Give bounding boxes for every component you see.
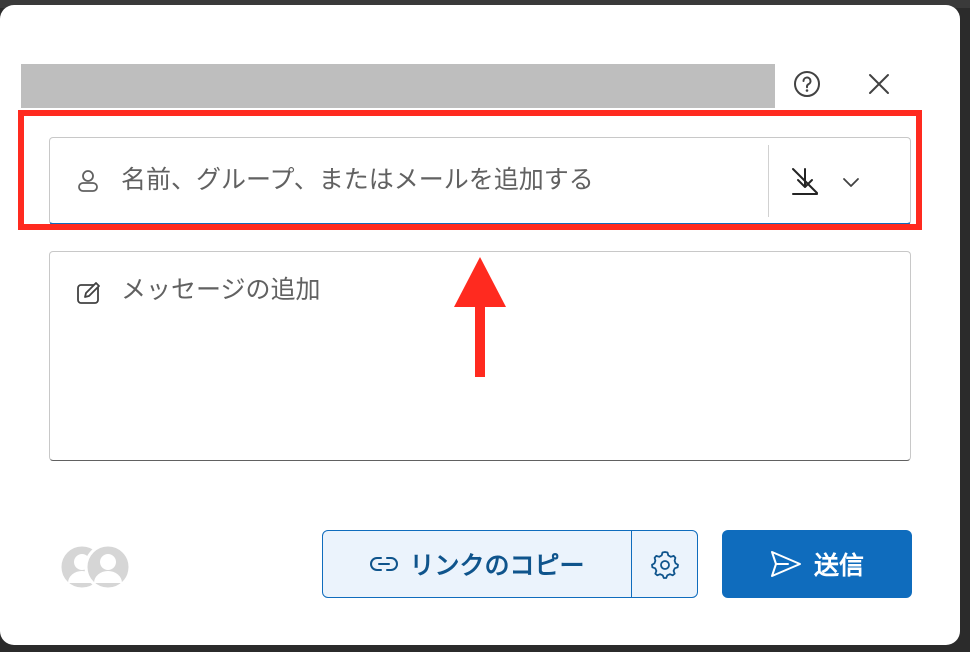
send-label: 送信 (813, 551, 864, 580)
people-icon (58, 543, 132, 591)
annotation-highlight-box (18, 110, 922, 230)
link-settings-button[interactable] (632, 531, 697, 597)
close-button[interactable] (859, 64, 899, 104)
copy-link-button[interactable]: リンクのコピー (323, 531, 631, 597)
edit-icon (77, 282, 100, 304)
link-icon (370, 557, 399, 571)
help-button[interactable] (787, 64, 827, 104)
send-icon (770, 551, 801, 577)
copy-link-split-button: リンクのコピー (322, 530, 698, 598)
annotation-arrow-icon (454, 257, 506, 377)
send-button[interactable]: 送信 (722, 530, 912, 598)
question-circle-icon (794, 71, 820, 97)
copy-link-label: リンクのコピー (409, 551, 585, 580)
close-icon (869, 74, 889, 94)
gear-icon (650, 551, 679, 579)
dialog-title-redacted (21, 64, 775, 108)
message-placeholder: メッセージの追加 (121, 275, 321, 304)
